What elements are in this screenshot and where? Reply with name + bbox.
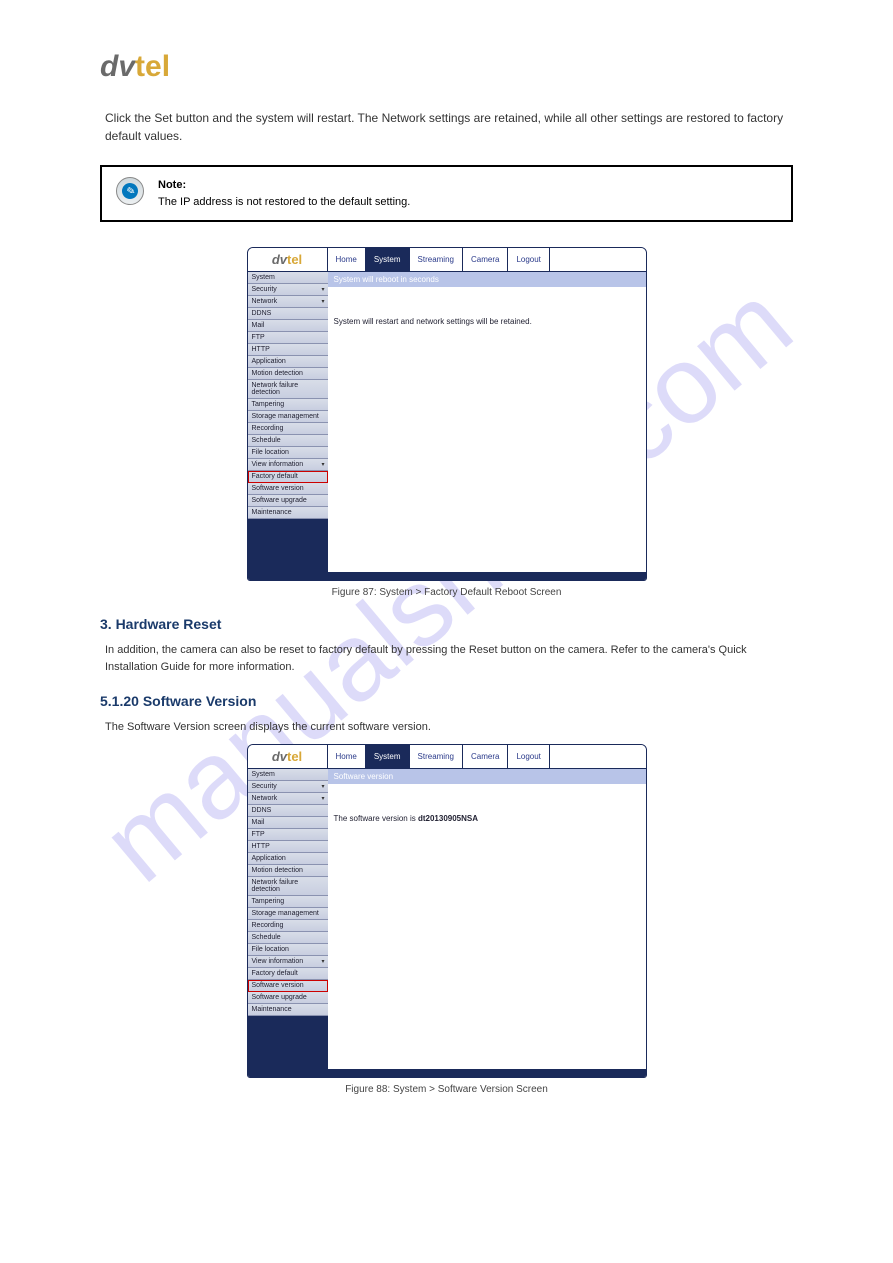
app-logo: dvtel xyxy=(248,745,328,768)
sidebar-item-system[interactable]: System xyxy=(248,272,328,284)
note-box: ✎ Note: The IP address is not restored t… xyxy=(100,165,793,222)
section-software-version-body: The Software Version screen displays the… xyxy=(105,719,793,736)
tab-row: HomeSystemStreamingCameraLogout xyxy=(328,745,646,768)
sidebar-spacer xyxy=(248,1016,328,1069)
sidebar-item-network-failure-detection[interactable]: Network failure detection xyxy=(248,877,328,896)
panel-title: System will reboot in seconds xyxy=(328,272,646,287)
tab-logout[interactable]: Logout xyxy=(508,745,549,768)
tab-logout[interactable]: Logout xyxy=(508,248,549,271)
sidebar-item-storage-management[interactable]: Storage management xyxy=(248,411,328,423)
sidebar-item-network[interactable]: Network xyxy=(248,793,328,805)
tab-home[interactable]: Home xyxy=(328,248,366,271)
section-software-version-title: 5.1.20 Software Version xyxy=(100,693,793,709)
sidebar-item-maintenance[interactable]: Maintenance xyxy=(248,507,328,519)
step3-title: 3. Hardware Reset xyxy=(100,616,793,632)
panel-body: System will restart and network settings… xyxy=(328,287,646,356)
sidebar-item-ftp[interactable]: FTP xyxy=(248,829,328,841)
main-panel: System will reboot in seconds System wil… xyxy=(328,272,646,572)
sidebar-item-storage-management[interactable]: Storage management xyxy=(248,908,328,920)
sidebar-item-factory-default[interactable]: Factory default xyxy=(248,471,328,483)
sidebar-item-recording[interactable]: Recording xyxy=(248,920,328,932)
version-value: dt20130905NSA xyxy=(418,814,478,823)
panel-body: The software version is dt20130905NSA xyxy=(328,784,646,853)
note-label: Note: xyxy=(158,179,186,191)
footer-bar xyxy=(248,572,646,580)
note-body: Note: The IP address is not restored to … xyxy=(158,177,410,210)
screenshot-factory-default: dvtel HomeSystemStreamingCameraLogout Sy… xyxy=(247,247,647,581)
note-icon: ✎ xyxy=(116,177,144,205)
sidebar-item-mail[interactable]: Mail xyxy=(248,817,328,829)
sidebar-item-system[interactable]: System xyxy=(248,769,328,781)
sidebar-item-application[interactable]: Application xyxy=(248,356,328,368)
tab-streaming[interactable]: Streaming xyxy=(410,248,463,271)
tab-camera[interactable]: Camera xyxy=(463,745,508,768)
app-header: dvtel HomeSystemStreamingCameraLogout xyxy=(248,745,646,769)
sidebar-item-motion-detection[interactable]: Motion detection xyxy=(248,368,328,380)
tab-spacer xyxy=(550,745,646,768)
sidebar-item-network-failure-detection[interactable]: Network failure detection xyxy=(248,380,328,399)
sidebar-item-maintenance[interactable]: Maintenance xyxy=(248,1004,328,1016)
screenshot-software-version: dvtel HomeSystemStreamingCameraLogout Sy… xyxy=(247,744,647,1078)
sidebar-item-file-location[interactable]: File location xyxy=(248,447,328,459)
sidebar-item-software-version[interactable]: Software version xyxy=(248,483,328,495)
page-logo: dvtel xyxy=(100,50,793,84)
sidebar-item-recording[interactable]: Recording xyxy=(248,423,328,435)
panel-title: Software version xyxy=(328,769,646,784)
sidebar-item-security[interactable]: Security xyxy=(248,781,328,793)
step3-body: In addition, the camera can also be rese… xyxy=(105,642,793,675)
figure-caption-87: Figure 87: System > Factory Default Rebo… xyxy=(100,587,793,598)
sidebar-item-tampering[interactable]: Tampering xyxy=(248,896,328,908)
sidebar-item-ddns[interactable]: DDNS xyxy=(248,308,328,320)
tab-system[interactable]: System xyxy=(366,248,410,271)
sidebar-item-http[interactable]: HTTP xyxy=(248,344,328,356)
sidebar-item-software-upgrade[interactable]: Software upgrade xyxy=(248,495,328,507)
figure-caption-88: Figure 88: System > Software Version Scr… xyxy=(100,1084,793,1095)
logo-tel: tel xyxy=(135,50,170,83)
tab-camera[interactable]: Camera xyxy=(463,248,508,271)
tab-streaming[interactable]: Streaming xyxy=(410,745,463,768)
sidebar-item-mail[interactable]: Mail xyxy=(248,320,328,332)
sidebar-item-application[interactable]: Application xyxy=(248,853,328,865)
main-panel: Software version The software version is… xyxy=(328,769,646,1069)
sidebar-item-tampering[interactable]: Tampering xyxy=(248,399,328,411)
sidebar: SystemSecurityNetworkDDNSMailFTPHTTPAppl… xyxy=(248,272,328,572)
sidebar: SystemSecurityNetworkDDNSMailFTPHTTPAppl… xyxy=(248,769,328,1069)
sidebar-item-view-information[interactable]: View information xyxy=(248,459,328,471)
sidebar-item-network[interactable]: Network xyxy=(248,296,328,308)
app-header: dvtel HomeSystemStreamingCameraLogout xyxy=(248,248,646,272)
sidebar-item-view-information[interactable]: View information xyxy=(248,956,328,968)
sidebar-item-schedule[interactable]: Schedule xyxy=(248,435,328,447)
sidebar-item-http[interactable]: HTTP xyxy=(248,841,328,853)
sidebar-item-motion-detection[interactable]: Motion detection xyxy=(248,865,328,877)
tab-system[interactable]: System xyxy=(366,745,410,768)
sidebar-item-ftp[interactable]: FTP xyxy=(248,332,328,344)
app-logo: dvtel xyxy=(248,248,328,271)
tab-home[interactable]: Home xyxy=(328,745,366,768)
version-prefix: The software version is xyxy=(334,814,418,823)
footer-bar xyxy=(248,1069,646,1077)
sidebar-item-software-upgrade[interactable]: Software upgrade xyxy=(248,992,328,1004)
sidebar-item-security[interactable]: Security xyxy=(248,284,328,296)
sidebar-item-software-version[interactable]: Software version xyxy=(248,980,328,992)
logo-dv: dv xyxy=(100,50,135,83)
tab-spacer xyxy=(550,248,646,271)
intro-paragraph: Click the Set button and the system will… xyxy=(105,109,793,145)
sidebar-item-file-location[interactable]: File location xyxy=(248,944,328,956)
sidebar-item-ddns[interactable]: DDNS xyxy=(248,805,328,817)
note-text: The IP address is not restored to the de… xyxy=(158,194,410,211)
sidebar-spacer xyxy=(248,519,328,572)
tab-row: HomeSystemStreamingCameraLogout xyxy=(328,248,646,271)
sidebar-item-factory-default[interactable]: Factory default xyxy=(248,968,328,980)
sidebar-item-schedule[interactable]: Schedule xyxy=(248,932,328,944)
